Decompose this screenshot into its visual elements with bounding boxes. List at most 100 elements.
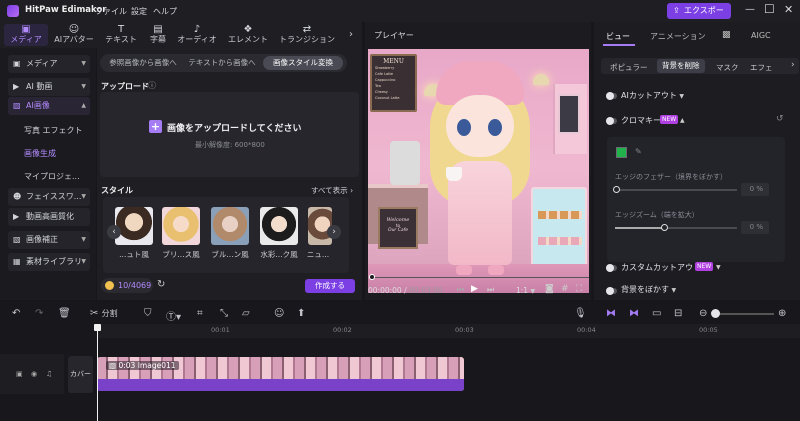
video-preview[interactable]: MENU Strawberry Cafe Latte Cappuccino Te…: [368, 49, 589, 293]
edge-zoom-knob[interactable]: [660, 224, 668, 231]
resize-icon[interactable]: ⤡: [220, 308, 228, 319]
redo-icon[interactable]: ↷: [35, 308, 43, 319]
custom-cutout-toggle[interactable]: [606, 264, 617, 272]
playhead-knob[interactable]: [369, 274, 375, 280]
custom-cutout-label[interactable]: カスタムカットアウト: [621, 262, 701, 273]
nav-ai-image[interactable]: ▨ AI画像 ▲: [8, 97, 90, 115]
video-clip[interactable]: ▧ 0:03 Image011: [97, 357, 464, 391]
playback-scrubber[interactable]: [370, 277, 589, 278]
style-thumb-3[interactable]: [211, 207, 249, 245]
link-icon[interactable]: ⧓: [629, 308, 639, 319]
chevron-down-icon[interactable]: ▼: [716, 264, 721, 271]
zoom-in-icon[interactable]: ⊕: [778, 308, 786, 319]
nav-library[interactable]: ▦ 素材ライブラリ ▼: [8, 253, 90, 271]
maximize-icon[interactable]: ☐: [764, 2, 775, 16]
nav-video-enhance[interactable]: ▶ 動画高画質化: [8, 208, 90, 226]
toolbar-more-icon[interactable]: ›: [349, 29, 353, 40]
edge-feather-value[interactable]: 0 %: [741, 183, 769, 196]
zoom-out-icon[interactable]: ⊖: [699, 308, 707, 319]
track-mute-icon[interactable]: ♫: [46, 370, 52, 378]
subtab-mask[interactable]: マスク: [716, 62, 739, 73]
text-tool-icon[interactable]: Ⓣ▾: [166, 308, 181, 323]
menu-help[interactable]: ヘルプ: [153, 6, 177, 17]
tab-text-to-image[interactable]: テキストから画像へ: [186, 56, 258, 70]
menu-file[interactable]: ファイル: [95, 6, 127, 17]
style-thumb-2[interactable]: [162, 207, 200, 245]
nav-ai-video[interactable]: ▶ AI 動画 ▼: [8, 78, 90, 96]
tab-animation[interactable]: アニメーション: [650, 31, 706, 42]
tab-view[interactable]: ビュー: [606, 31, 630, 42]
blur-bg-label[interactable]: 背景をぼかす ▼: [621, 284, 676, 295]
ai-cutout-label[interactable]: AIカットアウト ▼: [621, 90, 684, 101]
edge-feather-slider[interactable]: [615, 189, 737, 191]
aspect-ratio-select[interactable]: 1:1 ▼: [516, 286, 535, 295]
nav-my-project[interactable]: マイプロジェ...: [24, 171, 80, 182]
playhead-handle[interactable]: [94, 324, 101, 331]
crop-icon[interactable]: ⌗: [197, 308, 203, 319]
grid-icon[interactable]: #: [561, 284, 569, 294]
tab-ref-to-image[interactable]: 参照画像から画像へ: [104, 56, 182, 70]
refresh-icon[interactable]: ↻: [157, 279, 165, 290]
edge-zoom-value[interactable]: 0 %: [741, 221, 769, 234]
chroma-color-swatch[interactable]: [616, 147, 627, 158]
show-all-link[interactable]: すべて表示 ›: [311, 185, 353, 196]
style-thumb-4[interactable]: [260, 207, 298, 245]
split-button[interactable]: ✂ 分割: [90, 308, 118, 319]
tool-audio[interactable]: ♪ オーディオ: [175, 24, 219, 46]
export-frame-icon[interactable]: ⬆: [297, 308, 305, 319]
chevron-up-icon[interactable]: ▲: [680, 117, 685, 124]
camera-icon[interactable]: ◙: [545, 284, 554, 294]
tab-aigc-icon[interactable]: ▩: [722, 30, 731, 40]
fullscreen-icon[interactable]: ⛶: [576, 284, 582, 294]
tool-transition[interactable]: ⇄ トランジション: [277, 24, 337, 46]
zoom-slider[interactable]: [712, 313, 774, 315]
export-button[interactable]: ⇪ エクスポート: [667, 3, 731, 31]
info-icon[interactable]: ⓘ: [148, 80, 156, 91]
mirror-icon[interactable]: ⏥: [242, 308, 250, 319]
chroma-key-toggle[interactable]: [606, 117, 617, 125]
minimize-icon[interactable]: —: [745, 4, 755, 15]
close-icon[interactable]: ✕: [784, 3, 793, 16]
ai-cutout-toggle[interactable]: [606, 92, 617, 100]
nav-photo-effect[interactable]: 写真 エフェクト: [24, 125, 83, 136]
mask-icon[interactable]: ⛉: [144, 308, 152, 319]
subtab-remove-bg[interactable]: 背景を削除: [657, 59, 705, 73]
nav-image-generation[interactable]: 画像生成: [24, 148, 56, 159]
edge-feather-knob[interactable]: [613, 186, 620, 193]
carousel-prev-button[interactable]: ‹: [107, 225, 121, 239]
chroma-key-label[interactable]: クロマキー: [621, 115, 661, 126]
create-button[interactable]: 作成する: [305, 279, 355, 293]
nav-face-swap[interactable]: ☻ フェイススワ... ▼: [8, 188, 90, 206]
fit-icon[interactable]: ⊟: [674, 308, 682, 319]
eyedropper-icon[interactable]: ✎: [635, 147, 642, 156]
carousel-next-button[interactable]: ›: [327, 225, 341, 239]
reset-icon[interactable]: ↺: [776, 114, 784, 124]
tool-media[interactable]: ▣ メディア: [4, 24, 48, 46]
subtab-next-icon[interactable]: ›: [791, 60, 795, 70]
menu-settings[interactable]: 設定: [131, 6, 147, 17]
tab-style-transfer[interactable]: 画像スタイル変換: [263, 56, 343, 70]
skip-back-icon[interactable]: ⏮: [457, 285, 464, 295]
play-icon[interactable]: ▶: [471, 284, 478, 294]
cover-button[interactable]: カバー: [68, 356, 93, 393]
next-frame-icon[interactable]: ⏭: [487, 285, 494, 295]
tool-element[interactable]: ❖ エレメント: [225, 24, 271, 46]
pip-icon[interactable]: ▭: [652, 308, 661, 319]
subtab-effect[interactable]: エフェ: [750, 62, 773, 73]
tool-text[interactable]: T テキスト: [101, 24, 141, 46]
delete-icon[interactable]: 🗑: [58, 308, 71, 319]
face-track-icon[interactable]: ☺: [274, 308, 284, 319]
microphone-icon[interactable]: 🎙: [574, 308, 587, 319]
subtab-popular[interactable]: ポピュラー: [610, 62, 648, 73]
track-visible-icon[interactable]: ◉: [31, 370, 37, 378]
tab-aigc[interactable]: AIGC: [751, 31, 771, 40]
style-thumb-1[interactable]: [115, 207, 153, 245]
nav-media[interactable]: ▣ メディア ▼: [8, 55, 90, 73]
upload-dropzone[interactable]: + 画像をアップロードしてください 最小解像度: 600*800: [100, 92, 359, 177]
zoom-knob[interactable]: [711, 309, 720, 318]
timeline-playhead[interactable]: [97, 324, 98, 421]
snap-icon[interactable]: ⧓: [606, 308, 616, 319]
blur-bg-toggle[interactable]: [606, 287, 617, 295]
track-lock-icon[interactable]: ▣: [16, 370, 23, 378]
nav-image-fix[interactable]: ▧ 画像補正 ▼: [8, 231, 90, 249]
